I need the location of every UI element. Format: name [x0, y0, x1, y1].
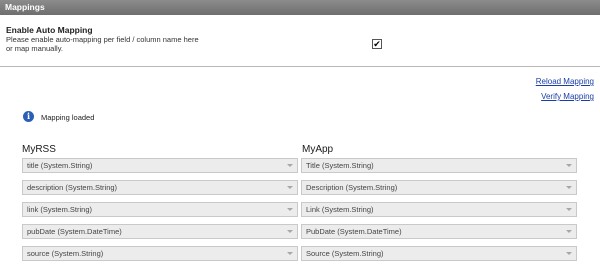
reload-mapping-link[interactable]: Reload Mapping [536, 77, 594, 86]
chevron-down-icon [566, 230, 572, 233]
auto-mapping-title: Enable Auto Mapping [6, 25, 93, 35]
chevron-down-icon [566, 186, 572, 189]
target-column-header: MyApp [302, 144, 334, 155]
source-field-select[interactable]: pubDate (System.DateTime) [22, 224, 298, 239]
source-field-value: link (System.String) [27, 205, 93, 214]
chevron-down-icon [566, 164, 572, 167]
source-field-select[interactable]: link (System.String) [22, 202, 298, 217]
section-divider [0, 66, 600, 67]
chevron-down-icon [287, 208, 293, 211]
chevron-down-icon [287, 252, 293, 255]
verify-mapping-link[interactable]: Verify Mapping [541, 92, 594, 101]
source-field-select[interactable]: description (System.String) [22, 180, 298, 195]
checkmark-icon: ✔ [373, 39, 381, 49]
header-title: Mappings [5, 2, 45, 12]
chevron-down-icon [287, 164, 293, 167]
chevron-down-icon [287, 230, 293, 233]
target-field-value: Link (System.String) [306, 205, 374, 214]
info-icon: i [23, 111, 34, 122]
source-field-select[interactable]: source (System.String) [22, 246, 298, 261]
target-field-select[interactable]: Source (System.String) [301, 246, 577, 261]
chevron-down-icon [566, 208, 572, 211]
source-field-select[interactable]: title (System.String) [22, 158, 298, 173]
source-column-header: MyRSS [22, 144, 56, 155]
target-field-select[interactable]: Title (System.String) [301, 158, 577, 173]
target-field-value: Title (System.String) [306, 161, 374, 170]
target-field-select[interactable]: Description (System.String) [301, 180, 577, 195]
target-field-value: Description (System.String) [306, 183, 398, 192]
target-field-value: Source (System.String) [306, 249, 384, 258]
source-field-value: title (System.String) [27, 161, 93, 170]
target-field-select[interactable]: PubDate (System.DateTime) [301, 224, 577, 239]
source-field-value: source (System.String) [27, 249, 104, 258]
chevron-down-icon [287, 186, 293, 189]
auto-mapping-checkbox[interactable]: ✔ [372, 39, 382, 49]
chevron-down-icon [566, 252, 572, 255]
target-field-select[interactable]: Link (System.String) [301, 202, 577, 217]
auto-mapping-description: Please enable auto-mapping per field / c… [6, 35, 199, 53]
source-field-value: description (System.String) [27, 183, 118, 192]
status-message: Mapping loaded [41, 113, 95, 122]
target-field-value: PubDate (System.DateTime) [306, 227, 402, 236]
mappings-header: Mappings [0, 0, 600, 15]
source-field-value: pubDate (System.DateTime) [27, 227, 122, 236]
